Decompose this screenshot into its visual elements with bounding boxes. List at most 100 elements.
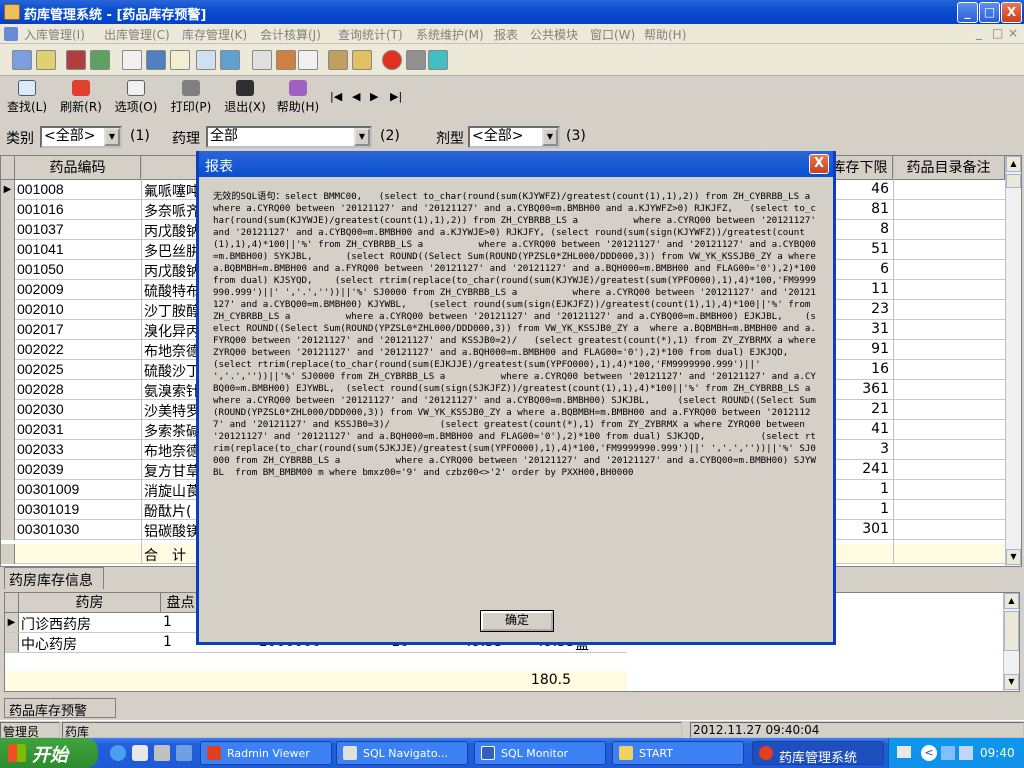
options-button[interactable]: 选项(O) — [112, 78, 160, 118]
exit-button[interactable]: 退出(X) — [222, 78, 268, 118]
row-indicator[interactable]: ▶ — [1, 180, 15, 200]
tools-icon[interactable] — [276, 50, 296, 70]
task-sql-monitor[interactable]: SQL Monitor — [474, 741, 606, 765]
menu-window[interactable]: 窗口(W) — [590, 26, 635, 43]
dialog-close-button[interactable]: X — [809, 154, 829, 174]
keyboard-icon[interactable] — [897, 746, 911, 758]
mdi-restore-icon[interactable]: □ — [992, 26, 1003, 40]
tab-stock-warning[interactable]: 药品库存预警 — [4, 698, 116, 719]
category-select[interactable]: <全部> ▼ — [40, 126, 122, 148]
nav-last-button[interactable]: ▶| — [390, 90, 402, 103]
magnifier-icon[interactable] — [298, 50, 318, 70]
stop-icon[interactable] — [382, 50, 402, 70]
cube-icon[interactable] — [406, 50, 426, 70]
task-start-folder[interactable]: START — [612, 741, 744, 765]
ok-button[interactable]: 确定 — [480, 610, 554, 632]
chevron-down-icon[interactable]: ▼ — [104, 128, 120, 146]
nav-first-button[interactable]: |◀ — [330, 90, 342, 103]
row-indicator[interactable] — [1, 440, 15, 460]
header-drug-name[interactable] — [141, 156, 201, 180]
row-indicator[interactable] — [1, 300, 15, 320]
minimize-button[interactable]: _ — [957, 2, 978, 23]
start-button[interactable]: 开始 — [0, 738, 98, 768]
tray-collapse-icon[interactable]: < — [921, 745, 937, 761]
close-button[interactable]: X — [1001, 2, 1022, 23]
mdi-min-icon[interactable]: _ — [976, 26, 982, 40]
menu-inbound[interactable]: 入库管理(I) — [24, 26, 85, 43]
scroll-down-icon[interactable]: ▼ — [1004, 674, 1019, 690]
row-indicator[interactable] — [1, 260, 15, 280]
menu-stock[interactable]: 库存管理(K) — [182, 26, 247, 43]
menu-report[interactable]: 报表 — [494, 26, 518, 43]
task-sql-navigator[interactable]: SQL Navigato... — [336, 741, 468, 765]
table-icon[interactable] — [196, 50, 216, 70]
dialog-title[interactable]: 报表 — [199, 151, 833, 177]
row-indicator[interactable] — [1, 460, 15, 480]
book-icon[interactable] — [66, 50, 86, 70]
row-indicator[interactable] — [1, 520, 15, 540]
truck-icon[interactable] — [328, 50, 348, 70]
grid-vertical-scrollbar[interactable]: ▲ ▼ — [1005, 156, 1021, 566]
network-icon[interactable] — [941, 746, 955, 760]
check-icon[interactable] — [90, 50, 110, 70]
header-note[interactable]: 药品目录备注 — [893, 156, 1005, 180]
scroll-thumb[interactable] — [1004, 611, 1019, 651]
dosage-form-select[interactable]: <全部> ▼ — [468, 126, 560, 148]
row-indicator[interactable] — [1, 380, 15, 400]
pharmacology-select[interactable]: 全部 ▼ — [206, 126, 372, 148]
chevron-down-icon[interactable]: ▼ — [354, 128, 370, 146]
mdi-close-icon[interactable]: × — [1008, 26, 1018, 40]
grid-icon[interactable] — [220, 50, 240, 70]
menu-common[interactable]: 公共模块 — [530, 26, 578, 43]
row-indicator[interactable] — [1, 360, 15, 380]
nav-next-button[interactable]: ▶ — [370, 90, 378, 103]
row-indicator[interactable] — [1, 240, 15, 260]
header-count[interactable]: 盘点 — [161, 593, 201, 613]
quicklaunch-icon-2[interactable] — [154, 745, 170, 761]
title-bar[interactable]: 药库管理系统 - [药品库存预警] _ □ X — [0, 0, 1024, 24]
menu-system[interactable]: 系统维护(M) — [416, 26, 484, 43]
card-icon[interactable] — [146, 50, 166, 70]
ie-icon[interactable] — [110, 745, 126, 761]
login-icon[interactable] — [12, 50, 32, 70]
help-button[interactable]: 帮助(H) — [274, 78, 322, 118]
find-button[interactable]: 查找(L) — [4, 78, 50, 118]
lower-vertical-scrollbar[interactable]: ▲ ▼ — [1003, 593, 1019, 691]
clock[interactable]: 09:40 — [980, 746, 1015, 760]
row-indicator[interactable] — [1, 480, 15, 500]
header-drug-code[interactable]: 药品编码 — [15, 156, 141, 180]
header-min-stock[interactable]: 库存下限 — [827, 156, 893, 180]
tab-pharmacy-stock[interactable]: 药房库存信息 — [4, 567, 104, 589]
scroll-up-icon[interactable]: ▲ — [1004, 593, 1019, 609]
thermometer-icon[interactable] — [352, 50, 372, 70]
row-indicator[interactable]: ▶ — [5, 613, 19, 632]
maximize-button[interactable]: □ — [979, 2, 1000, 23]
row-indicator[interactable] — [1, 420, 15, 440]
quicklaunch-icon-3[interactable] — [176, 745, 192, 761]
row-indicator[interactable] — [5, 633, 19, 652]
menu-help[interactable]: 帮助(H) — [644, 26, 686, 43]
row-indicator[interactable] — [1, 280, 15, 300]
header-pharmacy[interactable]: 药房 — [19, 593, 161, 613]
scroll-thumb[interactable] — [1006, 174, 1021, 188]
row-indicator[interactable] — [1, 220, 15, 240]
edit-icon[interactable] — [36, 50, 56, 70]
menu-query[interactable]: 查询统计(T) — [338, 26, 403, 43]
calculator-icon[interactable] — [252, 50, 272, 70]
print-button[interactable]: 打印(P) — [168, 78, 214, 118]
menu-accounting[interactable]: 会计核算(J) — [260, 26, 321, 43]
nav-prev-button[interactable]: ◀ — [352, 90, 360, 103]
chevron-down-icon[interactable]: ▼ — [542, 128, 558, 146]
row-indicator[interactable] — [1, 320, 15, 340]
list-icon[interactable] — [170, 50, 190, 70]
exit-icon[interactable] — [428, 50, 448, 70]
scroll-down-icon[interactable]: ▼ — [1006, 549, 1021, 565]
task-radmin[interactable]: Radmin Viewer — [200, 741, 332, 765]
task-pharmacy-app[interactable]: 药库管理系统 — [752, 741, 884, 765]
clipboard-icon[interactable] — [122, 50, 142, 70]
scroll-up-icon[interactable]: ▲ — [1006, 156, 1021, 172]
refresh-button[interactable]: 刷新(R) — [58, 78, 104, 118]
row-indicator[interactable] — [1, 340, 15, 360]
row-indicator[interactable] — [1, 500, 15, 520]
row-indicator[interactable] — [1, 200, 15, 220]
